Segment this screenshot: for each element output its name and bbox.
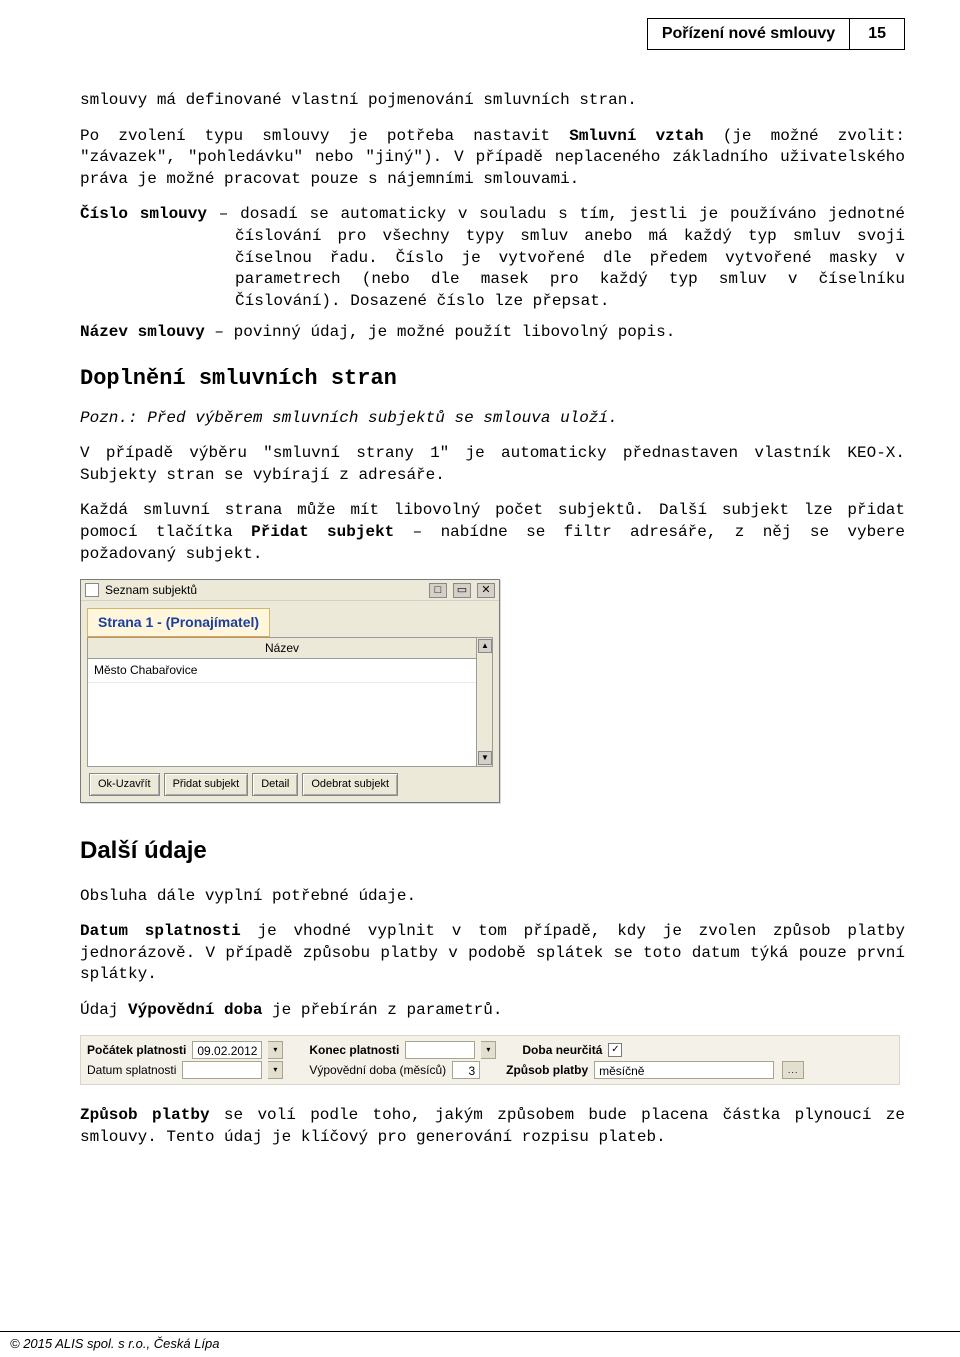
definition-nazev-smlouvy: Název smlouvy – povinný údaj, je možné p…	[80, 322, 905, 344]
header-title: Pořízení nové smlouvy	[647, 18, 850, 50]
term-text: – povinný údaj, je možné použít libovoln…	[205, 323, 675, 341]
ok-close-button[interactable]: Ok-Uzavřít	[89, 773, 160, 796]
label-pocatek-platnosti: Počátek platnosti	[87, 1042, 186, 1058]
label-vypovedni-doba: Výpovědní doba (měsíců)	[309, 1062, 446, 1078]
date-dropdown-icon[interactable]: ▾	[481, 1041, 496, 1059]
paragraph: smlouvy má definované vlastní pojmenován…	[80, 90, 905, 112]
tab-strana1[interactable]: Strana 1 - (Pronajímatel)	[87, 608, 270, 638]
paragraph: V případě výběru "smluvní strany 1" je a…	[80, 443, 905, 486]
scrollbar[interactable]: ▲ ▼	[476, 638, 492, 766]
term-label: Číslo smlouvy	[80, 205, 207, 223]
pocatek-platnosti-input[interactable]: 09.02.2012	[192, 1041, 262, 1059]
inline-bold-term: Přidat subjekt	[251, 523, 394, 541]
paragraph: Způsob platby se volí podle toho, jakým …	[80, 1105, 905, 1148]
definition-cislo-smlouvy: Číslo smlouvy – dosadí se automaticky v …	[80, 204, 905, 312]
text: Po zvolení typu smlouvy je potřeba nasta…	[80, 127, 569, 145]
subjects-grid: Název Město Chabařovice ▲ ▼	[87, 637, 493, 767]
window-titlebar: Seznam subjektů □ ▭ ✕	[81, 580, 499, 601]
window-title: Seznam subjektů	[105, 582, 197, 598]
window-min-icon[interactable]: □	[429, 583, 447, 598]
scroll-up-icon[interactable]: ▲	[478, 639, 492, 653]
add-subject-button[interactable]: Přidat subjekt	[164, 773, 249, 796]
paragraph: Datum splatnosti je vhodné vyplnit v tom…	[80, 921, 905, 986]
inline-bold-term: Výpovědní doba	[128, 1001, 262, 1019]
note: Pozn.: Před výběrem smluvních subjektů s…	[80, 408, 905, 430]
section-heading-doplneni: Doplnění smluvních stran	[80, 364, 905, 394]
label-konec-platnosti: Konec platnosti	[309, 1042, 399, 1058]
validity-fields-panel: Počátek platnosti 09.02.2012 ▾ Konec plat…	[80, 1035, 900, 1085]
remove-subject-button[interactable]: Odebrat subjekt	[302, 773, 398, 796]
detail-button[interactable]: Detail	[252, 773, 298, 796]
label-datum-splatnosti: Datum splatnosti	[87, 1062, 176, 1078]
inline-bold-term: Způsob platby	[80, 1106, 210, 1124]
page-header: Pořízení nové smlouvy 15	[80, 18, 905, 50]
doba-neurcita-checkbox[interactable]: ✓	[608, 1043, 622, 1057]
paragraph: Po zvolení typu smlouvy je potřeba nasta…	[80, 126, 905, 191]
paragraph: Údaj Výpovědní doba je přebírán z parame…	[80, 1000, 905, 1022]
term-text: – dosadí se automaticky v souladu s tím,…	[207, 205, 905, 309]
paragraph: Každá smluvní strana může mít libovolný …	[80, 500, 905, 565]
header-page-number: 15	[850, 18, 905, 50]
window-icon	[85, 583, 99, 597]
zpusob-platby-input[interactable]: měsíčně	[594, 1061, 774, 1079]
window-max-icon[interactable]: ▭	[453, 583, 471, 598]
page-footer: © 2015 ALIS spol. s r.o., Česká Lípa	[0, 1331, 960, 1357]
zpusob-platby-browse-button[interactable]: ...	[782, 1061, 804, 1079]
datum-splatnosti-input[interactable]	[182, 1061, 262, 1079]
vypovedni-doba-input[interactable]: 3	[452, 1061, 480, 1079]
inline-bold-term: Datum splatnosti	[80, 922, 241, 940]
paragraph: Obsluha dále vyplní potřebné údaje.	[80, 886, 905, 908]
text: je přebírán z parametrů.	[262, 1001, 502, 1019]
column-header-nazev[interactable]: Název	[88, 638, 476, 659]
term-label: Název smlouvy	[80, 323, 205, 341]
scroll-down-icon[interactable]: ▼	[478, 751, 492, 765]
label-doba-neurcita: Doba neurčitá	[522, 1042, 602, 1058]
date-dropdown-icon[interactable]: ▾	[268, 1041, 283, 1059]
section-heading-dalsi-udaje: Další údaje	[80, 835, 905, 867]
window-close-icon[interactable]: ✕	[477, 583, 495, 598]
label-zpusob-platby: Způsob platby	[506, 1062, 588, 1078]
subjects-window: Seznam subjektů □ ▭ ✕ Strana 1 - (Pronaj…	[80, 579, 500, 803]
text: Údaj	[80, 1001, 128, 1019]
konec-platnosti-input[interactable]	[405, 1041, 475, 1059]
table-row[interactable]: Město Chabařovice	[88, 659, 476, 682]
date-dropdown-icon[interactable]: ▾	[268, 1061, 283, 1079]
inline-bold-term: Smluvní vztah	[569, 127, 703, 145]
